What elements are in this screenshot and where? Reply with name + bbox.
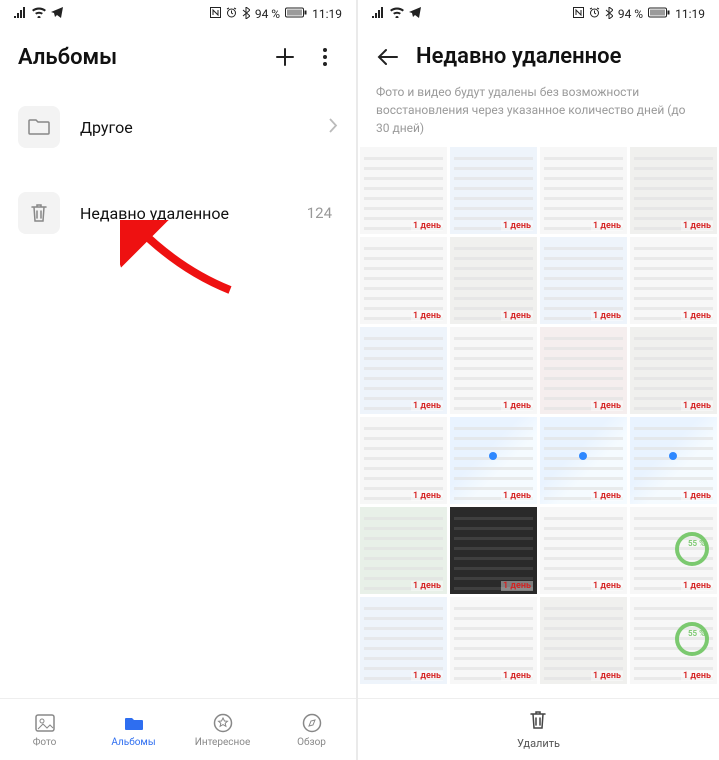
album-row-other[interactable]: Другое (0, 84, 356, 170)
photo-icon (34, 712, 56, 734)
thumbnail[interactable]: 1 день (450, 507, 537, 594)
thumbnail[interactable]: 1 день (630, 237, 717, 324)
thumbnail[interactable]: 1 день (360, 327, 447, 414)
nav-label: Интересное (195, 737, 251, 748)
signal-icon (372, 7, 385, 21)
thumbnail[interactable]: 1 день (540, 327, 627, 414)
trash-icon (18, 192, 60, 234)
thumbnail[interactable]: 1 день (540, 147, 627, 234)
battery-icon (648, 7, 670, 21)
bluetooth-icon (242, 7, 250, 22)
bottom-nav: Фото Альбомы Интересное Обзор (0, 698, 356, 760)
thumbnail[interactable]: 55 %1 день (630, 507, 717, 594)
nfc-icon (210, 7, 221, 21)
thumbnail[interactable]: 1 день (540, 507, 627, 594)
page-title: Недавно удаленное (416, 44, 701, 69)
nav-label: Альбомы (111, 737, 155, 748)
status-left (14, 7, 63, 21)
album-row-recently-deleted[interactable]: Недавно удаленное 124 (0, 170, 356, 256)
thumbnail[interactable]: 1 день (540, 417, 627, 504)
chevron-right-icon (329, 118, 338, 137)
delete-label: Удалить (517, 737, 560, 750)
wifi-icon (32, 7, 46, 21)
wifi-icon (390, 7, 404, 21)
thumbnail[interactable]: 1 день (450, 327, 537, 414)
nfc-icon (573, 7, 584, 21)
battery-icon (285, 7, 307, 21)
signal-icon (14, 7, 27, 21)
clock-text: 11:19 (675, 7, 705, 21)
alarm-icon (226, 7, 237, 21)
deleted-header: Недавно удаленное (358, 28, 719, 83)
nav-overview[interactable]: Обзор (267, 712, 356, 748)
thumbnail[interactable]: 1 день (630, 417, 717, 504)
thumbnail[interactable]: 1 день (630, 147, 717, 234)
telegram-icon (51, 7, 63, 21)
thumbnail[interactable]: 1 день (360, 147, 447, 234)
album-count: 124 (307, 204, 332, 222)
status-right: 94 % 11:19 (573, 7, 705, 22)
nav-photo[interactable]: Фото (0, 712, 89, 748)
thumbnail[interactable]: 1 день (630, 327, 717, 414)
alarm-icon (589, 7, 600, 21)
delete-button[interactable]: Удалить (517, 709, 560, 750)
thumbnail[interactable]: 1 день (450, 147, 537, 234)
status-right: 94 % 11:19 (210, 7, 342, 22)
more-button[interactable] (312, 44, 338, 70)
status-bar: 94 % 11:19 (0, 0, 356, 28)
star-icon (212, 712, 234, 734)
thumbnail[interactable]: 1 день (450, 597, 537, 684)
thumbnail[interactable]: 1 день (540, 237, 627, 324)
thumbnail[interactable]: 1 день (450, 417, 537, 504)
albums-screen: 94 % 11:19 Альбомы Другое Недавно удален… (0, 0, 358, 760)
back-button[interactable] (376, 48, 402, 66)
folder-icon (18, 106, 60, 148)
album-label: Недавно удаленное (80, 204, 287, 223)
albums-icon (123, 712, 145, 734)
status-bar: 94 % 11:19 (358, 0, 719, 28)
telegram-icon (409, 7, 421, 21)
battery-text: 94 % (255, 7, 280, 21)
nav-label: Обзор (297, 737, 326, 748)
bluetooth-icon (605, 7, 613, 22)
thumbnail[interactable]: 1 день (360, 507, 447, 594)
status-left (372, 7, 421, 21)
nav-albums[interactable]: Альбомы (89, 712, 178, 748)
thumbnail[interactable]: 1 день (450, 237, 537, 324)
thumbnail-grid: 1 день 1 день 1 день 1 день 1 день 1 ден… (358, 147, 719, 684)
albums-header: Альбомы (0, 28, 356, 84)
compass-icon (301, 712, 323, 734)
trash-icon (528, 709, 548, 734)
add-button[interactable] (272, 44, 298, 70)
thumbnail[interactable]: 1 день (540, 597, 627, 684)
recently-deleted-screen: 94 % 11:19 Недавно удаленное Фото и виде… (358, 0, 719, 760)
clock-text: 11:19 (312, 7, 342, 21)
nav-interesting[interactable]: Интересное (178, 712, 267, 748)
info-text: Фото и видео будут удалены без возможнос… (358, 83, 719, 147)
thumbnail[interactable]: 55 %1 день (630, 597, 717, 684)
thumbnail[interactable]: 1 день (360, 597, 447, 684)
page-title: Альбомы (18, 45, 258, 70)
album-label: Другое (80, 118, 309, 137)
nav-label: Фото (33, 737, 57, 748)
thumbnail[interactable]: 1 день (360, 417, 447, 504)
thumbnail[interactable]: 1 день (360, 237, 447, 324)
bottom-bar: Удалить (358, 698, 719, 760)
battery-text: 94 % (618, 7, 643, 21)
